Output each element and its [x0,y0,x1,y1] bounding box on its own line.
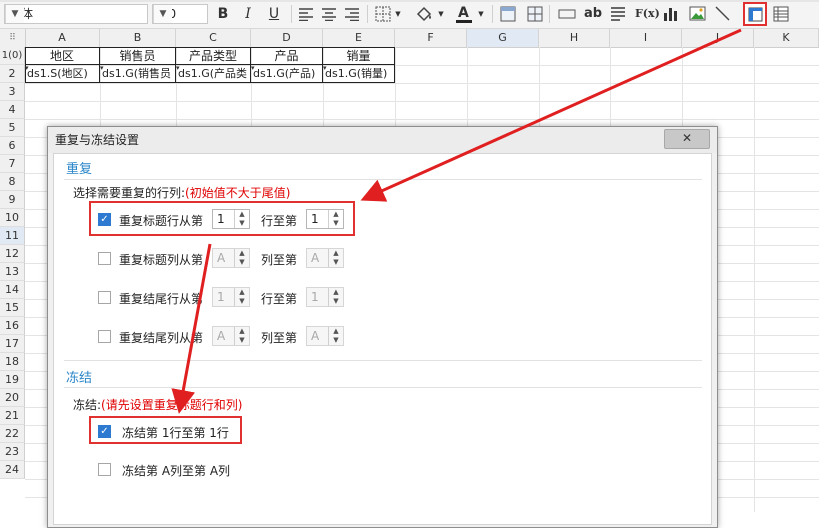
arrow-to-freeze-row [171,243,212,414]
arrow-to-repeat-row [360,28,742,202]
annotation-arrows [171,28,742,414]
